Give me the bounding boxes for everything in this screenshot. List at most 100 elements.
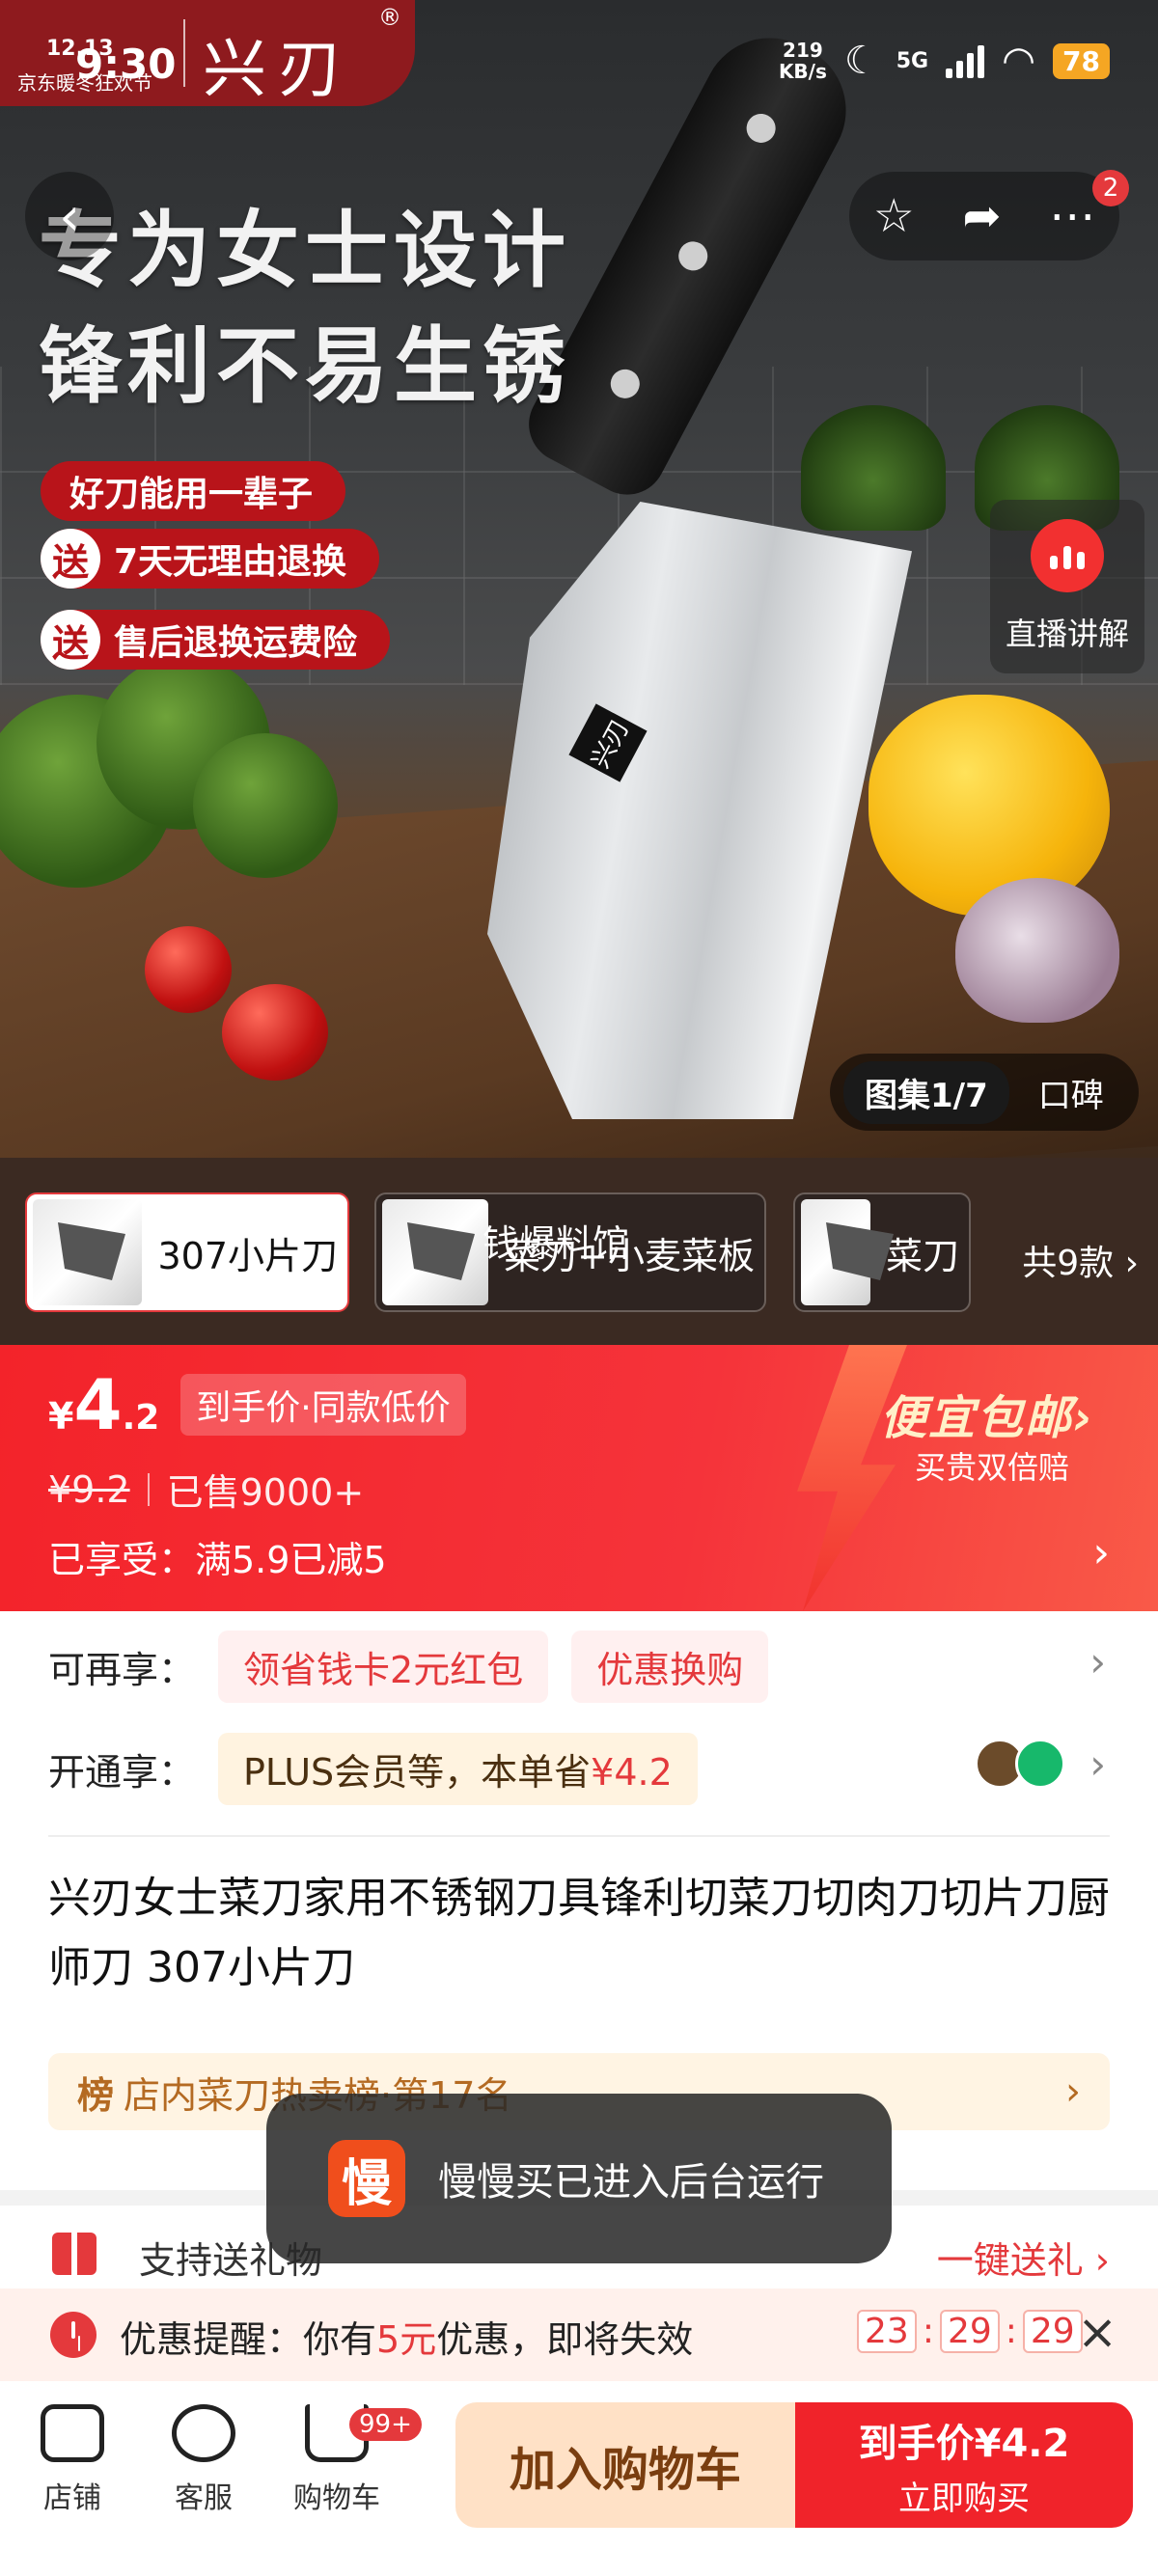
promo-pill: 送 售后退换运费险 <box>41 610 391 670</box>
favorite-star-icon[interactable]: ☆ <box>873 189 915 243</box>
sku-option[interactable]: 菜刀 <box>793 1192 971 1312</box>
more-dots-icon[interactable]: ⋯ <box>1049 189 1095 243</box>
bag-icon <box>1015 1739 1065 1789</box>
plus-text: PLUS会员等，本单省 <box>243 1751 592 1794</box>
price-guarantee: 买贵双倍赔 <box>915 1449 1070 1486</box>
sku-option[interactable]: 307小片刀 <box>25 1192 349 1312</box>
battery-level: 78 <box>1053 42 1110 79</box>
store-button[interactable]: 店铺 <box>10 2404 135 2516</box>
sku-thumbnail <box>33 1199 143 1305</box>
clock-icon <box>50 2312 96 2358</box>
promo-pill: 送 7天无理由退换 <box>41 529 380 589</box>
store-label: 店铺 <box>43 2481 101 2515</box>
reminder-text: 优惠提醒：你有5元优惠，即将失效 <box>120 2310 693 2363</box>
do-not-disturb-icon: ☾ <box>843 39 879 83</box>
price-row: ¥ 4 .2 到手价·同款低价 <box>48 1370 466 1439</box>
gift-circle: 送 <box>41 529 100 589</box>
add-to-cart-button[interactable]: 加入购物车 <box>455 2402 795 2528</box>
hero-headline: 专为女士设计 锋利不易生锈 <box>39 193 571 425</box>
share-icon[interactable]: ➦ <box>962 189 1001 243</box>
cart-label: 购物车 <box>293 2481 380 2515</box>
plant-decoration <box>801 405 946 531</box>
sku-more-link[interactable]: 共9款 › <box>1022 1235 1139 1285</box>
tomato <box>145 926 232 1013</box>
net-speed-value: 219 <box>783 39 823 62</box>
gift-circle: 送 <box>41 610 100 670</box>
network-speed: 219 KB/s <box>779 40 827 82</box>
close-icon[interactable]: × <box>1077 2304 1117 2360</box>
cheap-free-shipping[interactable]: 便宜包邮› <box>880 1380 1094 1447</box>
hero-headline-line: 专为女士设计 <box>39 203 571 299</box>
garlic <box>955 878 1119 1023</box>
customer-service-button[interactable]: 客服 <box>141 2404 266 2516</box>
coupon-reminder[interactable]: 优惠提醒：你有5元优惠，即将失效 23: 29: 29 × <box>0 2288 1158 2381</box>
plus-member-chip[interactable]: PLUS会员等，本单省¥4.2 <box>218 1733 698 1805</box>
sku-name: 307小片刀 <box>157 1234 338 1277</box>
gift-icon <box>52 2227 96 2281</box>
price-decimal: .2 <box>122 1398 160 1438</box>
broccoli <box>193 733 338 878</box>
chevron-right-icon[interactable]: › <box>1092 1528 1110 1577</box>
member-icons <box>975 1739 1065 1789</box>
chevron-left-icon: ‹ <box>59 185 80 247</box>
yellow-pepper <box>868 695 1110 917</box>
extra-offer-row: 可再享： 领省钱卡2元红包 优惠换购 <box>48 1631 769 1703</box>
customer-service-icon <box>172 2404 235 2462</box>
reminder-prefix: 优惠提醒：你有 <box>120 2318 377 2361</box>
reminder-amount: 5元 <box>376 2318 437 2361</box>
tab-gallery[interactable]: 图集1/7 <box>843 1060 1009 1124</box>
tab-reviews[interactable]: 口碑 <box>1017 1061 1125 1124</box>
app-icon: 慢 <box>328 2140 405 2217</box>
countdown-timer: 23: 29: 29 <box>857 2310 1083 2353</box>
buy-label: 立即购买 <box>898 2479 1030 2518</box>
status-bar: 9:30 219 KB/s ☾ 5G ◠ 78 <box>0 0 1158 125</box>
divider <box>48 1835 1110 1837</box>
notification-badge: 2 <box>1092 170 1129 206</box>
wifi-icon: ◠ <box>1002 39 1036 83</box>
top-action-group: ☆ ➦ ⋯ <box>849 172 1119 260</box>
send-gift-link[interactable]: 一键送礼 › <box>937 2231 1110 2284</box>
membership-offer-row: 开通享： PLUS会员等，本单省¥4.2 <box>48 1733 698 1805</box>
sku-strip: 307小片刀 菜刀+小麦菜板 菜刀 钱爆料馆 共9款 › <box>0 1158 1158 1345</box>
service-label: 客服 <box>175 2481 233 2515</box>
chevron-right-icon[interactable]: › <box>1089 1638 1106 1685</box>
divider <box>147 1472 150 1506</box>
sku-thumbnail <box>382 1199 489 1305</box>
price-integer: 4 <box>73 1364 123 1445</box>
promo-pill: 好刀能用一辈子 <box>41 461 346 521</box>
back-button[interactable]: ‹ <box>25 172 114 260</box>
overlay-watermark: 钱爆料馆 <box>482 1222 630 1265</box>
chevron-right-icon: › <box>1065 2069 1081 2114</box>
countdown-minutes: 29 <box>939 2310 1000 2353</box>
offer-label: 可再享： <box>48 1649 196 1691</box>
promo-text: 售后退换运费险 <box>114 623 358 663</box>
store-icon <box>41 2404 104 2462</box>
bottom-action-bar: 店铺 客服 购物车 99+ 加入购物车 到手价¥4.2 立即购买 <box>0 2381 1158 2576</box>
tradein-chip[interactable]: 优惠换购 <box>571 1631 769 1703</box>
product-title: 兴刃女士菜刀家用不锈钢刀具锋利切菜刀切肉刀切片刀厨师刀 307小片刀 <box>48 1874 1110 1992</box>
countdown-hours: 23 <box>857 2310 917 2353</box>
toast-text: 慢慢买已进入后台运行 <box>438 2160 824 2205</box>
live-explain-button[interactable]: 直播讲解 <box>990 500 1144 673</box>
live-label: 直播讲解 <box>1005 616 1129 652</box>
original-price: ¥9.2 <box>48 1467 130 1511</box>
hero-headline-line: 锋利不易生锈 <box>39 318 571 415</box>
offer-label: 开通享： <box>48 1751 196 1794</box>
sku-thumbnail <box>801 1199 870 1305</box>
status-time: 9:30 <box>75 41 177 88</box>
status-icons: 219 KB/s ☾ 5G ◠ 78 <box>779 39 1110 83</box>
chevron-right-icon[interactable]: › <box>1089 1740 1106 1788</box>
gallery-tabs: 图集1/7 口碑 <box>830 1054 1139 1131</box>
countdown-seconds: 29 <box>1022 2310 1083 2353</box>
discount-applied[interactable]: 已享受：满5.9已减5 <box>48 1530 387 1583</box>
buy-price: 到手价¥4.2 <box>858 2421 1070 2466</box>
coupon-chip[interactable]: 领省钱卡2元红包 <box>218 1631 549 1703</box>
signal-bars-icon <box>946 43 985 78</box>
rank-badge: 榜 <box>77 2073 115 2117</box>
currency-symbol: ¥ <box>48 1395 74 1438</box>
buy-now-button[interactable]: 到手价¥4.2 立即购买 <box>795 2402 1133 2528</box>
cart-count-badge: 99+ <box>349 2408 422 2441</box>
promo-text: 7天无理由退换 <box>114 542 347 582</box>
sold-count: 已售9000+ <box>166 1471 365 1514</box>
tomato <box>222 984 328 1081</box>
